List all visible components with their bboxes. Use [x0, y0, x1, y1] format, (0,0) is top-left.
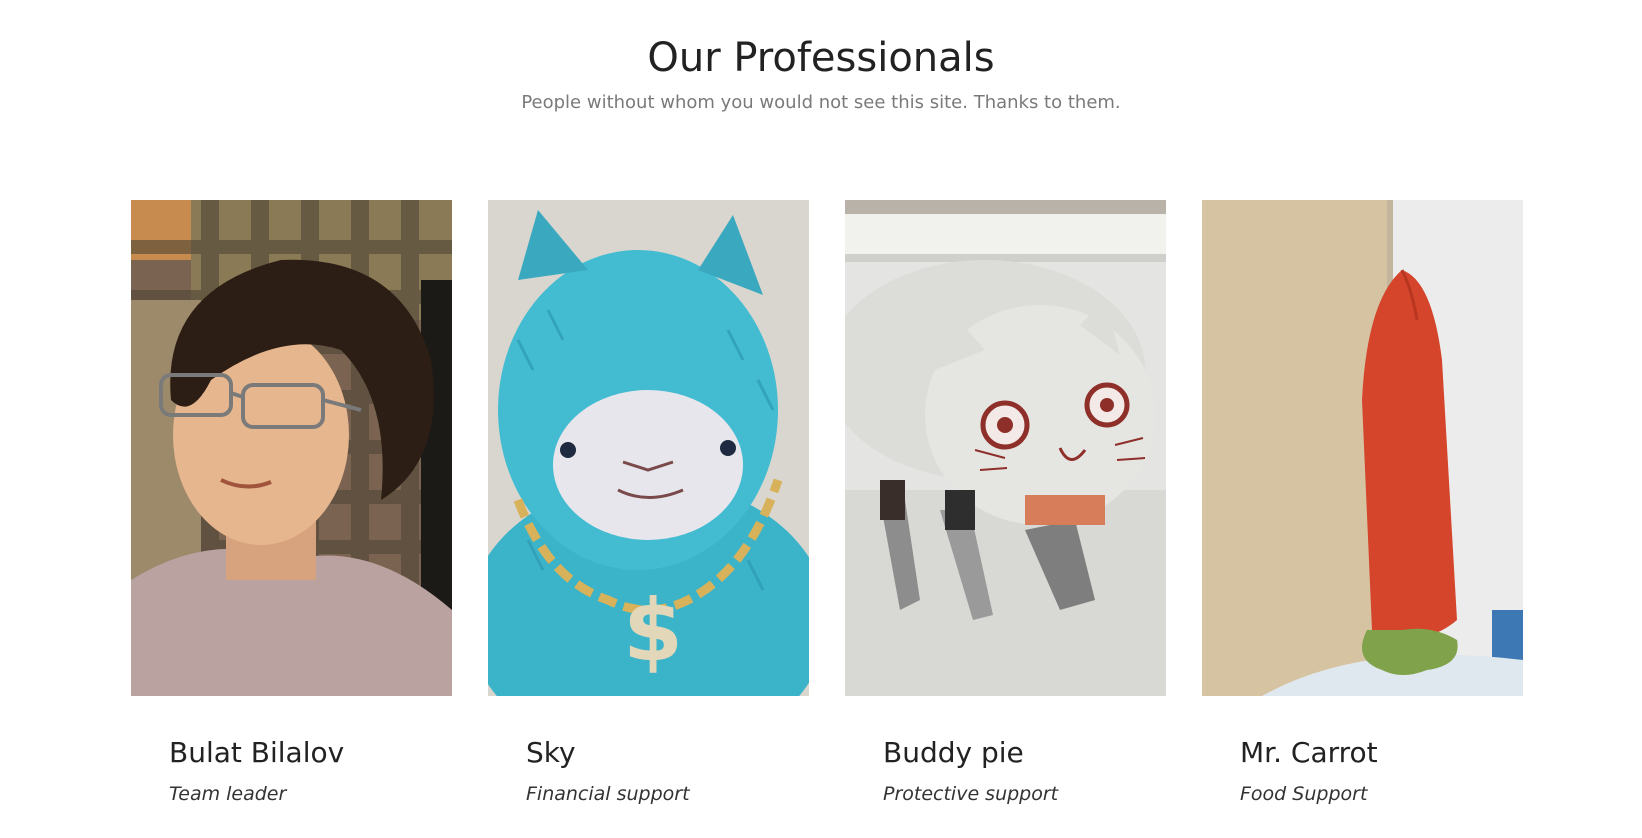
team-member-card: Mr. Carrot Food Support	[1202, 200, 1523, 806]
section-subtitle: People without whom you would not see th…	[521, 92, 1121, 113]
member-photo	[1202, 200, 1523, 696]
member-name: Sky	[526, 736, 576, 769]
white-cat-plush-photo-icon	[845, 200, 1166, 696]
person-photo-icon	[131, 200, 452, 696]
team-member-card: $ Sky Financial support	[488, 200, 809, 806]
blue-llama-plush-photo-icon: $	[488, 200, 809, 696]
team-section: Our Professionals People without whom yo…	[0, 0, 1642, 838]
member-name: Mr. Carrot	[1240, 736, 1378, 769]
carrot-plush-photo-icon	[1202, 200, 1523, 696]
member-role: Team leader	[169, 783, 287, 805]
member-role: Protective support	[883, 783, 1059, 805]
team-member-card: Buddy pie Protective support	[845, 200, 1166, 806]
member-role: Food Support	[1240, 783, 1368, 805]
member-name: Buddy pie	[883, 736, 1024, 769]
section-title: Our Professionals	[647, 35, 995, 81]
member-role: Financial support	[526, 783, 690, 805]
member-photo	[845, 200, 1166, 696]
team-member-card: Bulat Bilalov Team leader	[131, 200, 452, 806]
svg-text:$: $	[623, 581, 683, 681]
member-photo	[131, 200, 452, 696]
member-name: Bulat Bilalov	[169, 736, 345, 769]
team-grid: Bulat Bilalov Team leader $ Sky Financia…	[131, 200, 1523, 806]
member-photo: $	[488, 200, 809, 696]
